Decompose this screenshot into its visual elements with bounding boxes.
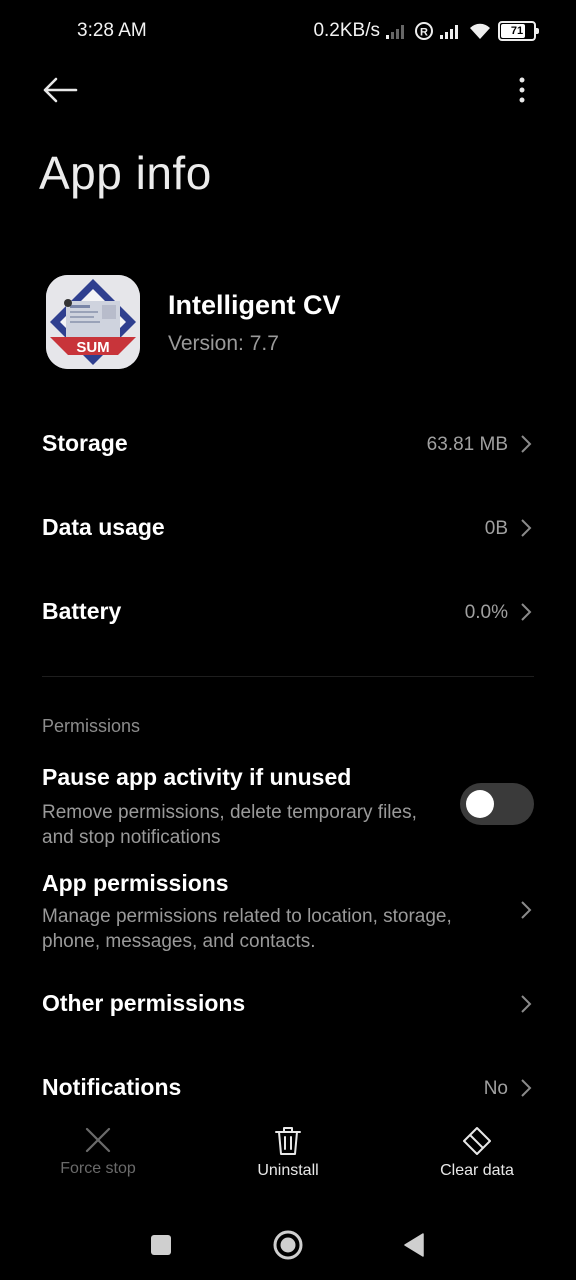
- battery-icon: 71: [498, 21, 539, 41]
- battery-value: 0.0%: [464, 602, 508, 623]
- battery-row[interactable]: Battery 0.0%: [0, 570, 576, 654]
- clear-data-label: Clear data: [440, 1162, 514, 1179]
- notifications-value: No: [483, 1078, 508, 1099]
- app-name: Intelligent CV: [168, 290, 341, 320]
- signal-icon: [440, 25, 458, 39]
- net-speed: 0.2KB/s: [313, 20, 380, 41]
- back-button[interactable]: [38, 72, 82, 108]
- notifications-title: Notifications: [42, 1074, 182, 1100]
- storage-row[interactable]: Storage 63.81 MB: [0, 402, 576, 486]
- chevron-right-icon: [521, 435, 532, 453]
- trash-icon: [275, 1127, 301, 1155]
- app-icon-text: SUM: [76, 339, 109, 356]
- pause-app-activity-desc: Remove permissions, delete temporary fil…: [42, 802, 417, 848]
- home-button[interactable]: [267, 1224, 309, 1266]
- other-permissions-row[interactable]: Other permissions: [0, 962, 576, 1046]
- back-triangle-icon: [404, 1233, 424, 1257]
- battery-level: 71: [510, 25, 524, 37]
- chevron-right-icon: [521, 519, 532, 537]
- chevron-right-icon: [521, 995, 532, 1013]
- app-permissions-row[interactable]: App permissions Manage permissions relat…: [0, 864, 576, 960]
- pause-app-activity-toggle[interactable]: [460, 783, 534, 825]
- uninstall-label: Uninstall: [257, 1162, 319, 1179]
- chevron-right-icon: [521, 1079, 532, 1097]
- data-usage-value: 0B: [484, 518, 508, 539]
- app-icon: SUM: [46, 275, 140, 369]
- close-icon: [85, 1127, 111, 1153]
- wifi-icon: [470, 23, 490, 39]
- chevron-right-icon: [521, 901, 532, 919]
- back-nav-button[interactable]: [394, 1225, 434, 1265]
- roaming-icon: R: [415, 22, 433, 40]
- svg-text:R: R: [420, 27, 428, 39]
- signal-weak-icon: [386, 25, 404, 39]
- force-stop-button[interactable]: Force stop: [38, 1126, 158, 1178]
- app-permissions-desc: Manage permissions related to location, …: [42, 906, 452, 952]
- home-circle-icon: [273, 1230, 303, 1260]
- eraser-icon: [463, 1127, 491, 1155]
- square-icon: [151, 1235, 171, 1255]
- divider: [42, 676, 534, 677]
- status-icons: 0.2KB/s R 71: [313, 20, 539, 42]
- storage-label: Storage: [42, 430, 128, 456]
- data-usage-row[interactable]: Data usage 0B: [0, 486, 576, 570]
- battery-label: Battery: [42, 598, 122, 624]
- storage-value: 63.81 MB: [426, 434, 508, 455]
- force-stop-label: Force stop: [60, 1160, 136, 1177]
- recents-button[interactable]: [141, 1225, 181, 1265]
- permissions-section-label: Permissions: [42, 716, 141, 736]
- app-version: Version: 7.7: [168, 332, 279, 355]
- back-arrow-icon: [43, 77, 78, 103]
- pause-app-activity-title: Pause app activity if unused: [42, 764, 352, 790]
- more-vertical-icon: [519, 77, 525, 103]
- status-time: 3:28 AM: [77, 20, 147, 41]
- page-title: App info: [39, 147, 212, 199]
- chevron-right-icon: [521, 603, 532, 621]
- more-options-button[interactable]: [506, 70, 538, 110]
- other-permissions-title: Other permissions: [42, 990, 246, 1016]
- uninstall-button[interactable]: Uninstall: [228, 1126, 348, 1180]
- toggle-knob: [466, 790, 494, 818]
- clear-data-button[interactable]: Clear data: [417, 1126, 537, 1180]
- app-permissions-title: App permissions: [42, 870, 229, 896]
- data-usage-label: Data usage: [42, 514, 165, 540]
